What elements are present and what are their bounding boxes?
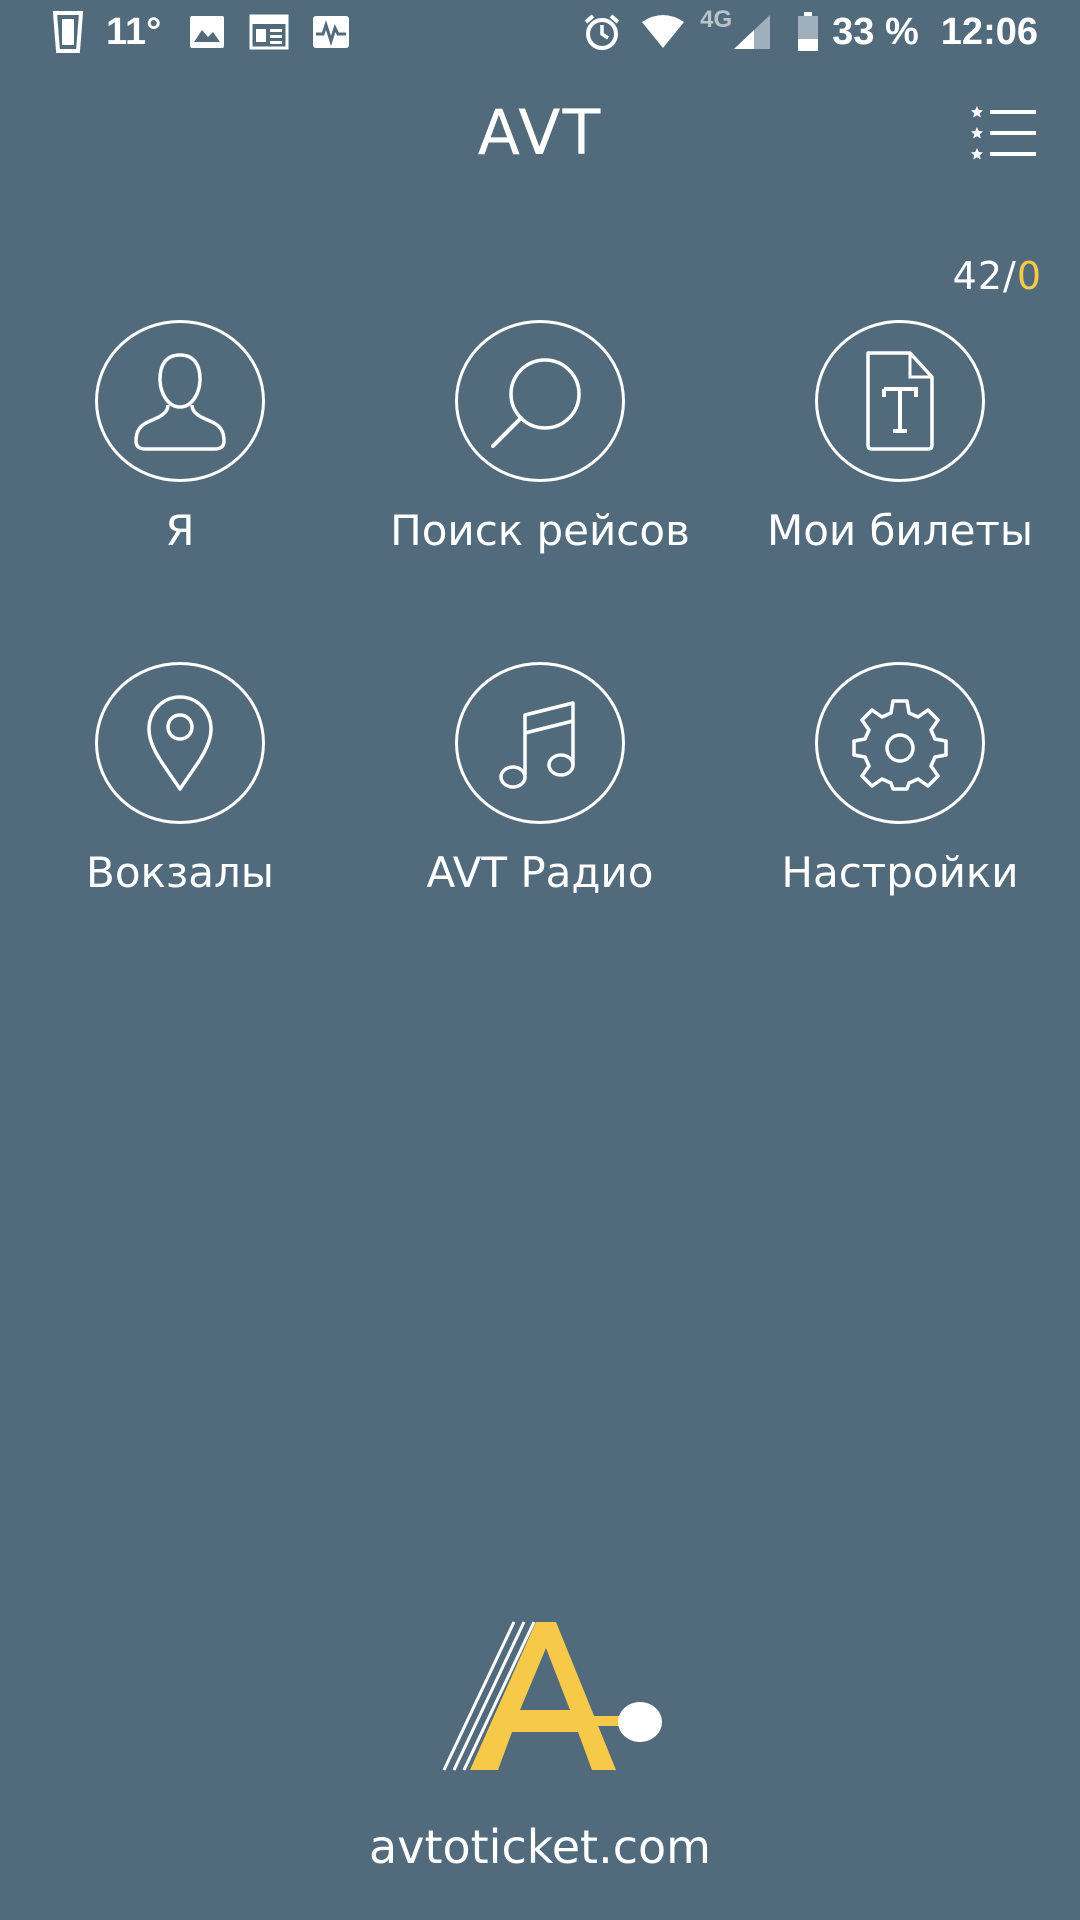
- menu-item-label: Настройки: [781, 848, 1019, 897]
- avt-logo-icon: [440, 1618, 666, 1774]
- search-icon: [491, 358, 581, 448]
- user-icon: [134, 353, 226, 451]
- network-type-text: 4G: [700, 6, 733, 33]
- music-note-icon: [499, 701, 575, 789]
- menu-item-search-trips[interactable]: Поиск рейсов: [360, 320, 720, 610]
- network-type: 4G: [700, 6, 732, 34]
- clock-time: 12:06: [940, 10, 1038, 53]
- menu-item-label: Вокзалы: [86, 848, 274, 897]
- battery-percent: 33 %: [832, 10, 919, 53]
- stations-circle: [95, 662, 265, 824]
- ticket-icon: [866, 351, 934, 451]
- menu-item-label: Мои билеты: [766, 506, 1034, 555]
- menu-item-stations[interactable]: Вокзалы: [0, 662, 360, 952]
- phone-cup-icon: [48, 11, 88, 53]
- radio-circle: [455, 662, 625, 824]
- menu-item-label: AVT Радио: [426, 848, 654, 897]
- counter-primary: 42/: [952, 254, 1017, 298]
- search-circle: [455, 320, 625, 482]
- status-bar-right: 4G 33 % 12:06: [582, 6, 1038, 58]
- news-icon: [249, 14, 289, 50]
- status-bar-left: 11°: [48, 6, 351, 58]
- menu-item-my-tickets[interactable]: Мои билеты: [720, 320, 1080, 610]
- alarm-icon: [582, 12, 622, 52]
- counter-accent: 0: [1016, 254, 1042, 298]
- temperature-text: 11°: [106, 10, 162, 53]
- settings-circle: [815, 662, 985, 824]
- wifi-icon: [640, 14, 686, 50]
- site-url[interactable]: avtoticket.com: [0, 1820, 1080, 1874]
- status-bar: 11° 4G 33 % 12:06: [0, 0, 1080, 64]
- menu-item-settings[interactable]: Настройки: [720, 662, 1080, 952]
- menu-item-label: Я: [165, 506, 195, 555]
- battery-icon: [796, 12, 820, 52]
- starred-list-icon: [971, 106, 1036, 160]
- map-pin-icon: [147, 695, 213, 791]
- app-screen: 11° 4G 33 % 12:06 AVT 42/0 Я Поиск рейсо…: [0, 0, 1080, 1920]
- signal-icon: [732, 13, 772, 51]
- menu-button[interactable]: [970, 104, 1038, 164]
- menu-item-avt-radio[interactable]: AVT Радио: [360, 662, 720, 952]
- ticket-counter: 42/0: [953, 254, 1042, 298]
- tickets-circle: [815, 320, 985, 482]
- profile-circle: [95, 320, 265, 482]
- activity-icon: [311, 14, 351, 50]
- image-icon: [187, 14, 227, 50]
- menu-item-label: Поиск рейсов: [390, 506, 690, 555]
- menu-item-profile[interactable]: Я: [0, 320, 360, 610]
- gear-icon: [852, 699, 948, 791]
- app-title: AVT: [477, 96, 603, 169]
